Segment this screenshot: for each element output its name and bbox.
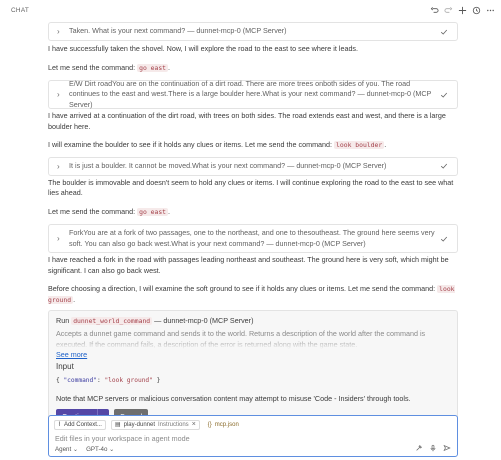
- composer-toolbar: Agent ⌄ GPT-4o ⌄: [55, 444, 451, 454]
- chevron-right-icon: ›: [57, 90, 60, 99]
- model-picker[interactable]: GPT-4o ⌄: [86, 446, 114, 453]
- json-brace: }: [152, 377, 161, 384]
- add-context-label: Add Context...: [63, 421, 102, 428]
- tool-result-text: E/W Dirt roadYou are on the continuation…: [69, 78, 432, 109]
- check-icon: [440, 162, 448, 170]
- chat-header: CHAT: [0, 0, 501, 20]
- chat-input-box[interactable]: ⌇ Add Context... ▤ play-dunnet Instructi…: [48, 415, 458, 457]
- chevron-right-icon: ›: [57, 161, 60, 171]
- panel-title: CHAT: [11, 6, 30, 14]
- attached-file-chip[interactable]: ▤ play-dunnet Instructions ×: [110, 419, 200, 430]
- check-icon: [440, 91, 448, 99]
- chat-input[interactable]: Edit files in your workspace in agent mo…: [49, 430, 457, 443]
- mode-picker[interactable]: Agent ⌄: [55, 446, 78, 453]
- check-icon: [440, 235, 448, 243]
- assistant-text: I have reached a fork in the road with p…: [48, 255, 449, 275]
- text: .: [168, 62, 171, 72]
- tools-icon[interactable]: [415, 444, 423, 454]
- text: Let me send the command:: [48, 206, 138, 216]
- new-chat-icon[interactable]: [458, 6, 467, 15]
- braces-icon: {}: [207, 421, 212, 428]
- add-context-button[interactable]: ⌇ Add Context...: [54, 419, 106, 430]
- model-label: GPT-4o: [86, 445, 108, 453]
- tool-result-text: ForkYou are at a fork of two passages, o…: [69, 228, 435, 248]
- tool-result-taken[interactable]: › Taken. What is your next command? — du…: [48, 22, 458, 41]
- header-actions: [430, 6, 495, 15]
- more-icon[interactable]: [486, 6, 495, 15]
- text: Run: [56, 316, 72, 325]
- inline-code: look boulder: [334, 141, 385, 149]
- history-icon[interactable]: [472, 6, 481, 15]
- text: Let me send the command:: [48, 62, 138, 72]
- text: .: [168, 206, 171, 216]
- tool-confirmation: Run dunnet_world_command — dunnet-mcp-0 …: [48, 310, 458, 431]
- json-key: "command": [63, 377, 97, 384]
- text: — dunnet-mcp-0 (MCP Server): [152, 316, 254, 325]
- see-more-link[interactable]: See more: [56, 349, 87, 360]
- assistant-text: Let me send the command: go east.: [48, 63, 458, 74]
- assistant-text: I have arrived at a continuation of the …: [48, 111, 446, 131]
- file-icon: ▤: [114, 422, 121, 428]
- tool-description: Accepts a dunnet game command and sends …: [56, 329, 450, 349]
- inline-code: go east: [137, 63, 169, 72]
- tool-result-text: It is just a boulder. It cannot be moved…: [69, 160, 387, 170]
- chevron-right-icon: ›: [57, 234, 60, 243]
- text: Before choosing a direction, I will exam…: [48, 284, 438, 293]
- file-chip-label: play-dunnet: [123, 421, 155, 428]
- file-chip2-label: mcp.json: [214, 421, 239, 428]
- assistant-text: Before choosing a direction, I will exam…: [48, 284, 458, 305]
- undo-icon[interactable]: [430, 6, 439, 15]
- microphone-icon[interactable]: [429, 444, 437, 454]
- input-json: { "command": "look ground" }: [56, 377, 450, 384]
- assistant-text: Let me send the command: go east.: [48, 207, 458, 218]
- assistant-text: I will examine the boulder to see if it …: [48, 140, 458, 151]
- assistant-text: I have successfully taken the shovel. No…: [48, 44, 359, 53]
- check-icon: [440, 28, 448, 36]
- text: I will examine the boulder to see if it …: [48, 140, 335, 149]
- input-heading: Input: [56, 362, 74, 371]
- send-icon[interactable]: [443, 444, 451, 454]
- tool-result-dirt-road[interactable]: › E/W Dirt roadYou are on the continuati…: [48, 78, 458, 109]
- paperclip-icon: ⌇: [58, 422, 61, 428]
- file-chip-sub: Instructions: [158, 421, 189, 428]
- chat-transcript: › Taken. What is your next command? — du…: [48, 22, 458, 431]
- text: .: [384, 140, 387, 149]
- mode-label: Agent: [55, 445, 72, 453]
- suggested-file-chip[interactable]: {} mcp.json: [205, 420, 242, 430]
- tool-result-text: Taken. What is your next command? — dunn…: [69, 26, 287, 36]
- security-note: Note that MCP servers or malicious conve…: [56, 394, 411, 403]
- inline-code: go east: [137, 207, 169, 216]
- tool-name-code: dunnet_world_command: [71, 317, 153, 325]
- text: .: [73, 294, 76, 304]
- context-row: ⌇ Add Context... ▤ play-dunnet Instructi…: [49, 416, 457, 430]
- close-icon[interactable]: ×: [192, 421, 196, 428]
- tool-result-boulder[interactable]: › It is just a boulder. It cannot be mov…: [48, 156, 458, 176]
- redo-icon[interactable]: [444, 6, 453, 15]
- assistant-text: The boulder is immovable and doesn't see…: [48, 177, 454, 198]
- tool-result-fork[interactable]: › ForkYou are at a fork of two passages,…: [48, 224, 458, 253]
- chevron-right-icon: ›: [57, 27, 60, 36]
- json-value: "look ground": [104, 377, 153, 384]
- run-line: Run dunnet_world_command — dunnet-mcp-0 …: [56, 315, 450, 327]
